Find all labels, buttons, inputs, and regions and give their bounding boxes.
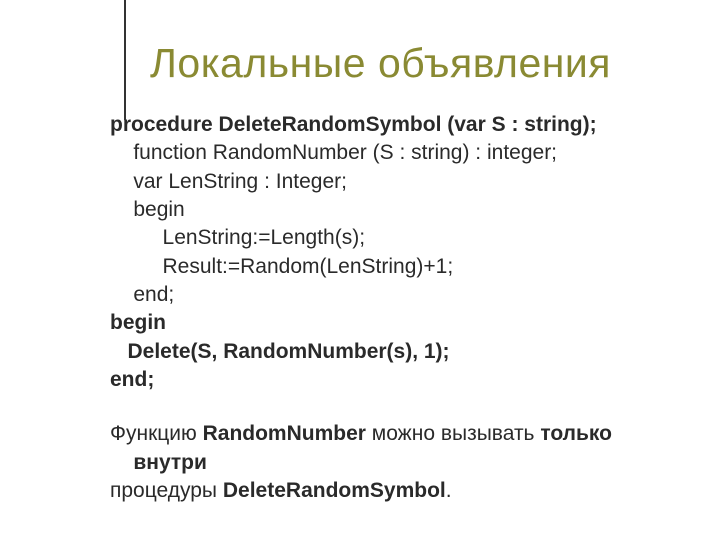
note-line-2: внутри bbox=[110, 449, 680, 477]
code-block: procedure DeleteRandomSymbol (var S : st… bbox=[110, 111, 680, 394]
note-3c: . bbox=[446, 479, 452, 502]
vertical-accent-line bbox=[124, 0, 126, 120]
code-line-10: end; bbox=[110, 368, 154, 391]
note-2-indent bbox=[110, 451, 133, 474]
code-line-5: LenString:=Length(s); bbox=[110, 226, 365, 249]
code-line-3: var LenString : Integer; bbox=[110, 170, 347, 193]
code-line-6: Result:=Random(LenString)+1; bbox=[110, 255, 453, 278]
note-3b: DeleteRandomSymbol bbox=[223, 479, 446, 502]
code-line-1-rest: DeleteRandomSymbol (var S : string); bbox=[213, 113, 597, 136]
note-line-3: процедуры DeleteRandomSymbol. bbox=[110, 477, 680, 505]
note-1b: RandomNumber bbox=[203, 422, 366, 445]
code-line-2: function RandomNumber (S : string) : int… bbox=[110, 141, 557, 164]
code-line-7: end; bbox=[110, 283, 174, 306]
code-line-8: begin bbox=[110, 311, 166, 334]
note-line-1: Функцию RandomNumber можно вызывать толь… bbox=[110, 420, 680, 448]
note-1c: можно вызывать bbox=[366, 422, 540, 445]
note-block: Функцию RandomNumber можно вызывать толь… bbox=[110, 420, 680, 505]
note-2: внутри bbox=[133, 451, 207, 474]
slide-title: Локальные объявления bbox=[150, 40, 680, 87]
note-3a: процедуры bbox=[110, 479, 223, 502]
note-1d: только bbox=[540, 422, 612, 445]
code-line-4: begin bbox=[110, 198, 185, 221]
note-1a: Функцию bbox=[110, 422, 203, 445]
slide: Локальные объявления procedure DeleteRan… bbox=[0, 0, 720, 540]
code-line-9: Delete(S, RandomNumber(s), 1); bbox=[110, 340, 450, 363]
